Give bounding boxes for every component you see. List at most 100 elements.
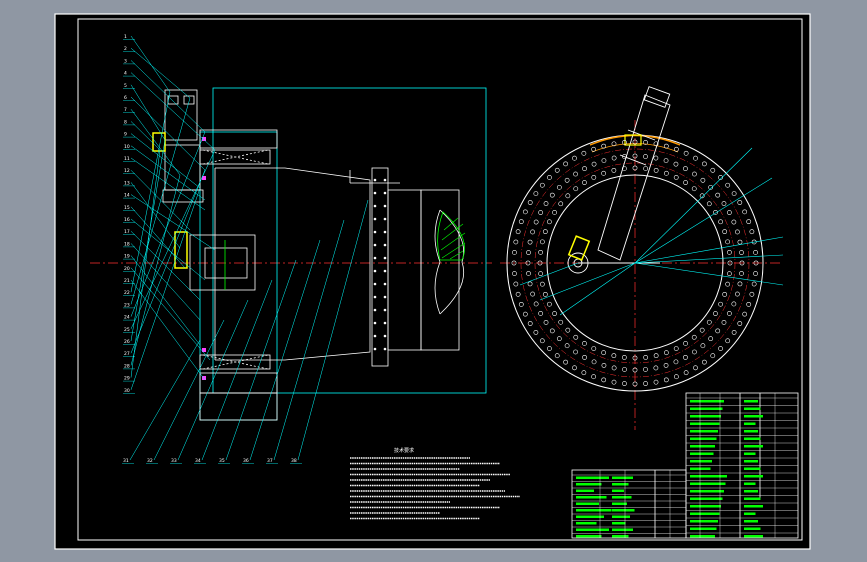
title-cell-text [576,483,602,486]
balloon-number: 3 [124,58,127,64]
balloon-number: 11 [124,156,130,162]
balloon-number: 16 [124,217,130,223]
title-cell-text [690,535,715,538]
balloon-number: 12 [124,168,130,174]
cad-viewer: 1 2 3 4 5 6 7 8 9 10 11 12 13 14 15 16 17 18 19 20 21 22 23 24 2… [0,0,867,562]
title-cell-text [690,490,724,493]
balloon-number: 14 [124,193,130,199]
balloon-number: 17 [124,229,130,235]
title-cell-text [612,489,624,492]
balloon-number: 10 [124,144,130,150]
title-cell-text [690,437,717,440]
flange-bolt-hole [373,269,377,273]
balloon-number: 27 [124,351,130,357]
balloon-number: 6 [124,95,127,101]
flange-bolt-hole [373,308,377,312]
flange-bolt-hole [383,321,387,325]
title-cell-text [690,505,721,508]
title-cell-text [744,445,763,448]
title-cell-text [744,475,763,478]
title-cell-text [744,437,761,440]
title-cell-text [690,475,727,478]
title-cell-text [612,502,627,505]
title-cell-text [612,528,633,531]
title-cell-text [744,535,763,538]
balloon-number: 21 [124,278,130,284]
title-cell-text [690,407,723,410]
balloon-number: 22 [124,290,130,296]
title-cell-text [612,496,632,499]
title-cell-text [576,528,609,531]
balloon-number: 30 [124,388,130,394]
flange-bolt-hole [383,204,387,208]
balloon-number: 28 [124,363,130,369]
flange-bolt-hole [373,334,377,338]
flange-bolt-hole [373,230,377,234]
title-cell-text [690,497,723,500]
title-cell-text [744,407,761,410]
flange-bolt-hole [383,178,387,182]
title-cell-text [690,430,718,433]
title-cell-text [744,482,756,485]
flange-bolt-hole [383,347,387,351]
title-cell-text [744,497,761,500]
title-cell-text [576,489,594,492]
balloon-number: 31 [123,458,129,464]
title-cell-text [612,509,635,512]
balloon-number: 26 [124,339,130,345]
title-cell-text [612,515,630,518]
flange-bolt-hole [383,230,387,234]
cad-drawing-canvas[interactable]: 1234567891011121314151617181920212223242… [0,0,867,562]
balloon-number: 38 [291,458,297,464]
balloon-number: 29 [124,376,130,382]
flange-bolt-hole [383,217,387,221]
balloon-number: 36 [243,458,249,464]
flange-bolt-hole [373,282,377,286]
balloon-number: 18 [124,241,130,247]
title-cell-text [576,522,597,525]
flange-bolt-hole [383,334,387,338]
title-cell-text [576,502,599,505]
flange-bolt-hole [373,256,377,260]
balloon-number: 25 [124,327,130,333]
balloon-number: 15 [124,205,130,211]
flange-bolt-hole [383,308,387,312]
flange-bolt-hole [383,256,387,260]
title-cell-text [690,445,715,448]
title-cell-text [576,509,612,512]
title-cell-text [744,452,756,455]
title-cell-text [612,535,629,538]
flange-bolt-hole [383,269,387,273]
notes-title: 技术要求 [394,447,414,454]
balloon-number: 23 [124,302,130,308]
balloon-number: 5 [124,83,127,89]
flange-bolt-hole [383,243,387,247]
title-cell-text [744,400,758,403]
balloon-number: 19 [124,254,130,260]
flange-bolt-hole [383,295,387,299]
title-cell-text [576,535,602,538]
title-cell-text [576,476,609,479]
balloon-number: 37 [267,458,273,464]
title-cell-text [744,505,763,508]
title-cell-text [744,430,758,433]
flange-bolt-hole [383,191,387,195]
title-cell-text [612,522,626,525]
flange-bolt-hole [373,217,377,221]
title-cell-text [690,527,717,530]
flange-bolt-hole [383,282,387,286]
title-cell-text [690,512,720,515]
title-cell-text [744,467,761,470]
flange-bolt-hole [373,243,377,247]
flange-bolt-hole [373,191,377,195]
title-cell-text [744,512,756,515]
balloon-number: 4 [124,71,127,77]
title-cell-text [744,460,758,463]
title-cell-text [690,422,720,425]
title-cell-text [690,467,711,470]
balloon-number: 20 [124,266,130,272]
title-cell-text [690,520,718,523]
flange-bolt-hole [373,178,377,182]
flange-bolt-hole [373,321,377,325]
title-cell-text [612,476,633,479]
